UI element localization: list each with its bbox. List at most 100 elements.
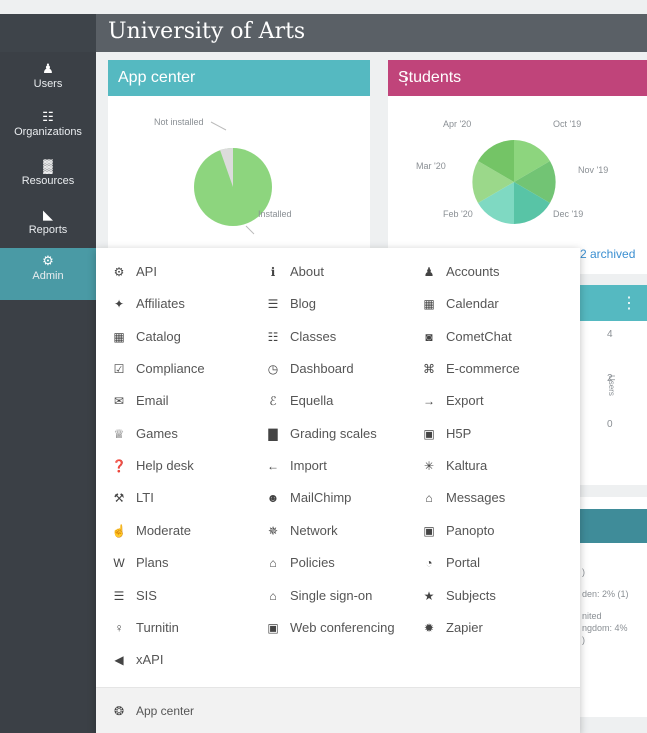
menu-item-equella[interactable]: ℰ Equella [264,389,333,413]
menu-item-classes[interactable]: ☷ Classes [264,325,337,349]
menu-item-label: Blog [290,296,317,311]
sidebar-item-users[interactable]: ♟ Users [0,56,96,102]
menu-item-games[interactable]: ♕ Games [110,422,178,446]
menu-item-single-sign-on[interactable]: ⌂ Single sign-on [264,584,372,608]
menu-item-label: Equella [290,393,334,408]
h5p-icon: ▣ [423,427,435,441]
more-options-icon[interactable]: ⋮ [621,293,637,313]
menu-item-label: API [136,264,157,279]
menu-item-label: Grading scales [290,426,377,441]
top-bar: University of Arts [0,14,647,52]
menu-item-accounts[interactable]: ♟ Accounts [420,260,500,284]
students-card: Students ⋮ Apr '20 Oct '19 Mar '20 Nov '… [388,60,647,250]
import-icon: ← [267,459,279,473]
sidebar-item-organizations[interactable]: ☷ Organizations [0,104,96,150]
menu-item-label: xAPI [136,652,164,667]
menu-item-portal[interactable]: ◔ Portal [420,551,480,575]
grading-icon: ▇ [268,427,278,441]
legend-fragment: ) [582,635,585,645]
thumbs-up-icon: ☝ [111,524,127,538]
catalog-icon: ▦ [113,330,125,344]
menu-item-cometchat[interactable]: ◙ CometChat [420,325,511,349]
menu-item-zapier[interactable]: ✹ Zapier [420,616,483,640]
admin-menu: ⚙ API ✦ Affiliates ▦ Catalog ☑ Compliance ✉ E… [96,248,580,733]
menu-item-label: Affiliates [136,296,185,311]
axis-tick: 4 [607,329,613,340]
menu-item-label: Kaltura [446,458,488,473]
network-icon: ✵ [267,524,279,538]
axis-tick: 0 [607,419,613,430]
menu-item-label: LTI [136,490,154,505]
menu-item-label: Accounts [446,264,500,279]
menu-item-about[interactable]: ℹ About [264,260,324,284]
sidebar-item-label: Users [33,78,63,90]
help-icon: ❓ [111,459,127,473]
app-center-card-header: App center [108,60,370,96]
legend-fragment: ) [582,567,585,577]
menu-item-mailchimp[interactable]: ☻ MailChimp [264,486,352,510]
menu-item-app-center[interactable]: ❂ App center [110,699,194,723]
menu-item-h5p[interactable]: ▣ H5P [420,422,471,446]
students-card-footer: 2 archived [580,238,647,274]
app-center-icon: ❂ [113,704,125,718]
menu-item-label: Compliance [136,361,205,376]
menu-item-compliance[interactable]: ☑ Compliance [110,357,205,381]
menu-item-email[interactable]: ✉ Email [110,389,169,413]
menu-item-dashboard[interactable]: ◷ Dashboard [264,357,354,381]
menu-item-label: Web conferencing [290,620,395,635]
menu-item-kaltura[interactable]: ✳ Kaltura [420,454,487,478]
menu-item-export[interactable]: → Export [420,389,484,413]
info-icon: ℹ [270,265,276,279]
classes-icon: ☷ [267,330,279,344]
menu-item-catalog[interactable]: ▦ Catalog [110,325,180,349]
menu-item-api[interactable]: ⚙ API [110,260,157,284]
messages-icon: ⌂ [425,491,433,505]
app-window: University of Arts ♟ Users ☷ Organizatio… [0,0,647,733]
menu-item-subjects[interactable]: ★ Subjects [420,584,496,608]
menu-item-calendar[interactable]: ▦ Calendar [420,292,499,316]
menu-item-e-commerce[interactable]: ⌘ E-commerce [420,357,520,381]
more-options-icon[interactable]: ⋮ [398,69,637,89]
xapi-icon: ◀ [114,653,124,667]
menu-item-plans[interactable]: W Plans [110,551,168,575]
menu-item-label: H5P [446,426,472,441]
menu-item-blog[interactable]: ☰ Blog [264,292,316,316]
menu-item-label: Games [136,426,178,441]
menu-item-panopto[interactable]: ▣ Panopto [420,519,494,543]
menu-item-messages[interactable]: ⌂ Messages [420,486,505,510]
menu-item-network[interactable]: ✵ Network [264,519,338,543]
monitor-icon: ▣ [267,621,279,635]
menu-item-help-desk[interactable]: ❓ Help desk [110,454,194,478]
menu-item-label: Calendar [446,296,499,311]
slice-label: Dec '19 [553,209,583,219]
menu-item-import[interactable]: ← Import [264,454,327,478]
sidebar-item-label: Admin [32,270,64,282]
archived-link[interactable]: 2 archived [580,247,635,261]
menu-item-label: Messages [446,490,506,505]
menu-item-moderate[interactable]: ☝ Moderate [110,519,191,543]
menu-item-label: Single sign-on [290,588,373,603]
app-center-card-title: App center [118,69,196,86]
menu-item-sis[interactable]: ☰ SIS [110,584,157,608]
slice-label: Mar '20 [416,161,446,171]
sidebar-item-admin[interactable]: ⚙ Admin [0,248,96,300]
menu-item-label: App center [136,704,195,718]
legend-not-installed: Not installed [154,117,204,127]
sidebar-item-resources[interactable]: ▓ Resources [0,153,96,199]
axis-title: Users [607,375,616,396]
menu-item-turnitin[interactable]: ♀ Turnitin [110,616,179,640]
menu-item-affiliates[interactable]: ✦ Affiliates [110,292,185,316]
sidebar-item-reports[interactable]: ◣ Reports [0,202,96,248]
calendar-icon: ▦ [423,297,435,311]
menu-item-label: SIS [136,588,157,603]
reports-icon: ◣ [43,207,53,222]
menu-item-policies[interactable]: ⌂ Policies [264,551,334,575]
menu-item-web-conferencing[interactable]: ▣ Web conferencing [264,616,395,640]
panopto-icon: ▣ [423,524,435,538]
database-icon: ☰ [113,589,125,603]
menu-item-xapi[interactable]: ◀ xAPI [110,648,163,672]
resources-icon: ▓ [43,158,53,173]
menu-item-grading-scales[interactable]: ▇ Grading scales [264,422,377,446]
sidebar-item-label: Reports [28,224,68,236]
menu-item-lti[interactable]: ⚒ LTI [110,486,154,510]
